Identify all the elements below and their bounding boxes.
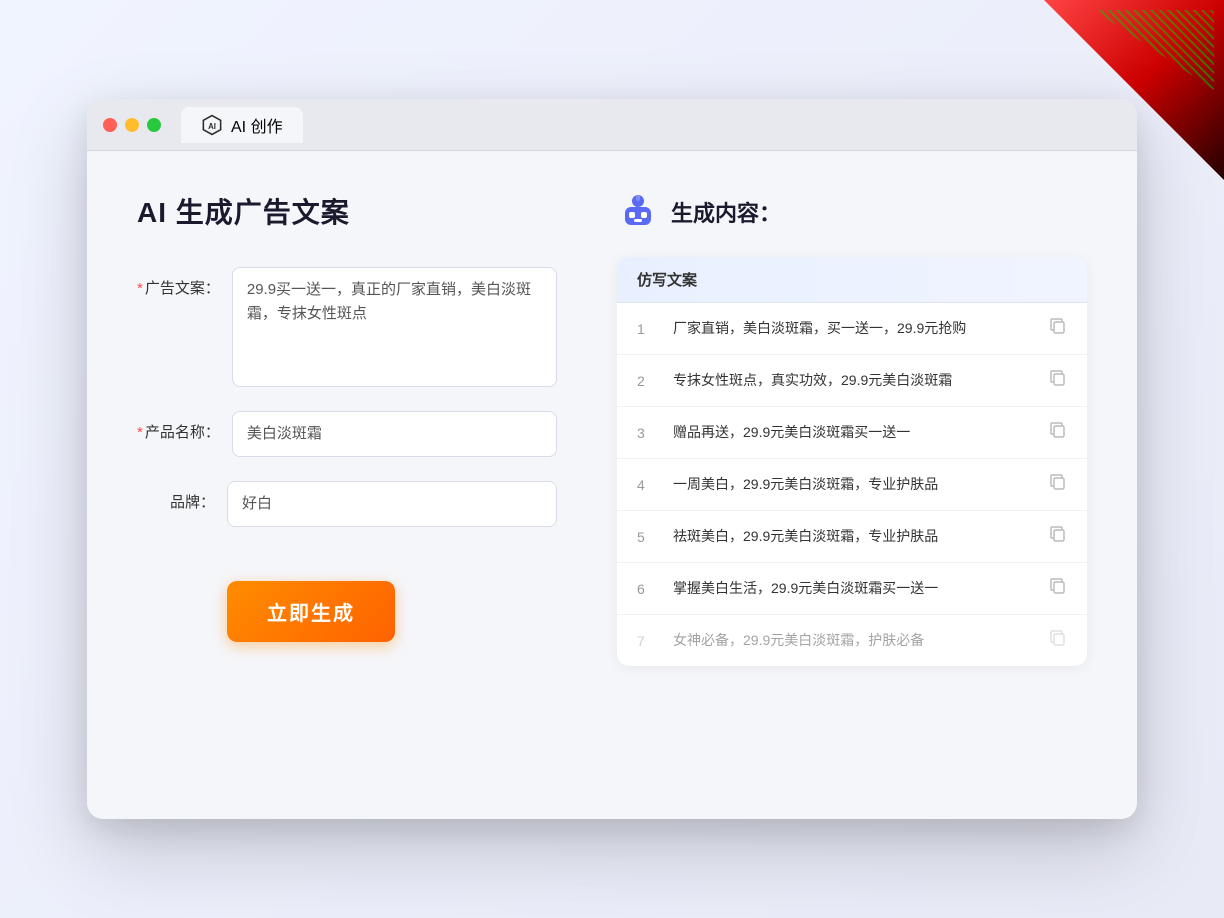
results-header: 仿写文案 <box>617 257 1087 303</box>
title-bar: AI AI 创作 <box>87 99 1137 151</box>
ad-copy-label: *广告文案： <box>137 267 232 298</box>
result-item: 7 女神必备，29.9元美白淡斑霜，护肤必备 <box>617 615 1087 666</box>
result-text: 赠品再送，29.9元美白淡斑霜买一送一 <box>673 422 1033 443</box>
product-name-input[interactable] <box>232 411 557 457</box>
ai-creation-tab[interactable]: AI AI 创作 <box>181 107 303 143</box>
result-number: 1 <box>637 321 657 337</box>
copy-icon[interactable] <box>1049 369 1067 392</box>
ai-tab-icon: AI <box>201 114 223 136</box>
maximize-button[interactable] <box>147 118 161 132</box>
results-list: 1 厂家直销，美白淡斑霜，买一送一，29.9元抢购 2 专抹女性斑点，真实功效，29.… <box>617 303 1087 666</box>
result-number: 5 <box>637 529 657 545</box>
copy-icon[interactable] <box>1049 577 1067 600</box>
result-text: 厂家直销，美白淡斑霜，买一送一，29.9元抢购 <box>673 318 1033 339</box>
required-star-2: * <box>137 424 143 441</box>
copy-icon[interactable] <box>1049 421 1067 444</box>
result-text: 专抹女性斑点，真实功效，29.9元美白淡斑霜 <box>673 370 1033 391</box>
result-item: 3 赠品再送，29.9元美白淡斑霜买一送一 <box>617 407 1087 459</box>
result-number: 2 <box>637 373 657 389</box>
brand-label: 品牌： <box>137 481 227 512</box>
brand-group: 品牌： <box>137 481 557 527</box>
result-item: 6 掌握美白生活，29.9元美白淡斑霜买一送一 <box>617 563 1087 615</box>
product-name-group: *产品名称： <box>137 411 557 457</box>
left-panel: AI 生成广告文案 *广告文案： *产品名称： 品牌： 立 <box>137 191 557 779</box>
required-star: * <box>137 280 143 297</box>
copy-icon[interactable] <box>1049 317 1067 340</box>
ad-copy-input[interactable] <box>232 267 557 387</box>
right-panel: 生成内容： 仿写文案 1 厂家直销，美白淡斑霜，买一送一，29.9元抢购 2 专抹女性… <box>617 191 1087 779</box>
tab-label: AI 创作 <box>231 113 283 137</box>
page-title: AI 生成广告文案 <box>137 191 557 231</box>
ad-copy-group: *广告文案： <box>137 267 557 387</box>
result-number: 4 <box>637 477 657 493</box>
result-number: 7 <box>637 633 657 649</box>
product-name-label: *产品名称： <box>137 411 232 442</box>
copy-icon[interactable] <box>1049 473 1067 496</box>
result-number: 3 <box>637 425 657 441</box>
result-item: 4 一周美白，29.9元美白淡斑霜，专业护肤品 <box>617 459 1087 511</box>
robot-icon <box>617 191 659 233</box>
brand-input[interactable] <box>227 481 557 527</box>
copy-icon[interactable] <box>1049 629 1067 652</box>
right-header: 生成内容： <box>617 191 1087 233</box>
right-title: 生成内容： <box>671 196 781 228</box>
generate-button[interactable]: 立即生成 <box>227 581 395 642</box>
copy-icon[interactable] <box>1049 525 1067 548</box>
minimize-button[interactable] <box>125 118 139 132</box>
result-item: 1 厂家直销，美白淡斑霜，买一送一，29.9元抢购 <box>617 303 1087 355</box>
content-area: AI 生成广告文案 *广告文案： *产品名称： 品牌： 立 <box>87 151 1137 819</box>
browser-window: AI AI 创作 AI 生成广告文案 *广告文案： *产品名称： <box>87 99 1137 819</box>
result-item: 2 专抹女性斑点，真实功效，29.9元美白淡斑霜 <box>617 355 1087 407</box>
svg-text:AI: AI <box>208 121 216 130</box>
result-text: 一周美白，29.9元美白淡斑霜，专业护肤品 <box>673 474 1033 495</box>
result-number: 6 <box>637 581 657 597</box>
result-text: 祛斑美白，29.9元美白淡斑霜，专业护肤品 <box>673 526 1033 547</box>
result-text: 掌握美白生活，29.9元美白淡斑霜买一送一 <box>673 578 1033 599</box>
window-controls <box>103 118 161 132</box>
result-text: 女神必备，29.9元美白淡斑霜，护肤必备 <box>673 630 1033 651</box>
result-item: 5 祛斑美白，29.9元美白淡斑霜，专业护肤品 <box>617 511 1087 563</box>
close-button[interactable] <box>103 118 117 132</box>
results-card: 仿写文案 1 厂家直销，美白淡斑霜，买一送一，29.9元抢购 2 专抹女性斑点，真实功… <box>617 257 1087 666</box>
